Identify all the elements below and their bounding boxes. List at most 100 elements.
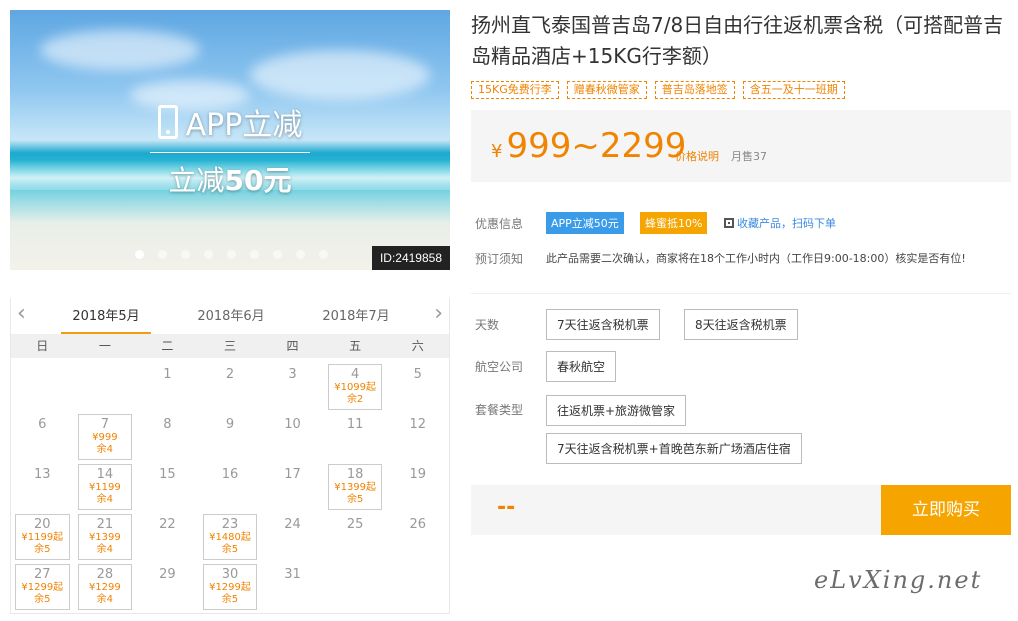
day-price: ¥1299起 <box>21 582 64 593</box>
calendar-day: 29 <box>136 562 199 612</box>
day-price: ¥1399起 <box>334 482 377 493</box>
day-number: 3 <box>288 367 297 382</box>
day-stock: 余4 <box>96 594 114 605</box>
calendar-day: 17 <box>261 462 324 512</box>
calendar-day-available[interactable]: 28 ¥1299 余4 <box>74 562 137 612</box>
app-discount-badge: APP立减50元 <box>546 212 624 234</box>
calendar-day: 1 <box>136 362 199 412</box>
favorite-scan-link[interactable]: 收藏产品，扫码下单 <box>724 215 836 231</box>
calendar-day-available[interactable]: 4 ¥1099起 余2 <box>324 362 387 412</box>
calendar-day-available[interactable]: 7 ¥999 余4 <box>74 412 137 462</box>
day-number: 2 <box>225 367 235 382</box>
promo-amount: 50元 <box>224 164 292 197</box>
day-number: 12 <box>409 417 426 432</box>
day-number: 6 <box>38 417 47 432</box>
chevron-left-icon[interactable]: ‹ <box>17 303 26 325</box>
month-tab-july[interactable]: 2018年7月 <box>311 305 401 324</box>
option-days-8[interactable]: 8天往返含税机票 <box>684 309 798 340</box>
feature-tags: 15KG免费行李 赠春秋微管家 普吉岛落地签 含五一及十一班期 <box>471 81 845 99</box>
notice-text: 此产品需要二次确认，商家将在18个工作小时内（工作日9:00-18:00）核实是… <box>546 252 966 265</box>
price-calendar: ‹ 2018年5月 2018年6月 2018年7月 › 日一二三四五六 1234… <box>10 298 450 614</box>
day-number: 11 <box>346 417 364 432</box>
day-price: ¥999 <box>92 432 118 443</box>
buy-now-button[interactable]: 立即购买 <box>881 485 1011 535</box>
honey-discount-badge: 蜂蜜抵10% <box>640 212 708 234</box>
day-number: 22 <box>159 517 176 532</box>
buy-bar: -- 立即购买 <box>471 485 1011 535</box>
day-stock: 余5 <box>34 544 51 555</box>
slide-dot[interactable] <box>135 250 144 259</box>
day-stock: 余4 <box>96 544 114 555</box>
calendar-day: 26 <box>386 512 449 562</box>
calendar-day-available[interactable]: 18 ¥1399起 余5 <box>324 462 387 512</box>
day-stock: 余2 <box>346 394 364 405</box>
price-range: ¥999~2299 <box>491 126 686 166</box>
calendar-day-available[interactable]: 30 ¥1299起 余5 <box>199 562 262 612</box>
calendar-day: 22 <box>136 512 199 562</box>
option-airline[interactable]: 春秋航空 <box>546 351 617 382</box>
weekday-label: 二 <box>161 339 174 353</box>
day-number: 21 <box>96 517 114 532</box>
day-stock: 余5 <box>221 594 239 605</box>
calendar-day-available[interactable]: 21 ¥1399 余4 <box>74 512 137 562</box>
calendar-day-available[interactable]: 27 ¥1299起 余5 <box>11 562 74 612</box>
slide-dot[interactable] <box>296 250 305 259</box>
slide-dot[interactable] <box>181 250 190 259</box>
watermark: eLvXing.net <box>814 566 983 594</box>
product-title: 扬州直飞泰国普吉岛7/8日自由行往返机票含税（可搭配普吉岛精品酒店+15KG行李… <box>471 13 1004 68</box>
day-number: 17 <box>284 467 301 482</box>
calendar-day: 6 <box>11 412 74 462</box>
slide-dot[interactable] <box>273 250 282 259</box>
chevron-right-icon[interactable]: › <box>434 303 443 325</box>
calendar-day-available[interactable]: 23 ¥1480起 余5 <box>199 512 262 562</box>
promo-divider <box>150 152 310 153</box>
slide-dot[interactable] <box>227 250 236 259</box>
slide-dot[interactable] <box>204 250 213 259</box>
slide-dot[interactable] <box>250 250 259 259</box>
option-package-flight-butler[interactable]: 往返机票+旅游微管家 <box>546 395 687 426</box>
calendar-day: 15 <box>136 462 199 512</box>
slide-dot[interactable] <box>158 250 167 259</box>
price-explanation-link[interactable]: 价格说明 <box>675 148 719 164</box>
day-number: 25 <box>346 517 364 532</box>
calendar-day: 12 <box>386 412 449 462</box>
month-tab-june[interactable]: 2018年6月 <box>186 305 276 324</box>
hero-image[interactable]: APP立减 立减50元 ID:2419858 <box>10 10 450 270</box>
day-stock: 余4 <box>96 494 114 505</box>
weekday-header: 日一二三四五六 <box>11 334 449 358</box>
promo-title: APP立减 <box>185 108 303 143</box>
day-price: ¥1199起 <box>21 532 64 543</box>
day-number: 29 <box>159 567 176 582</box>
phone-icon <box>157 105 178 139</box>
day-price: ¥1099起 <box>334 382 377 393</box>
notice-label: 预订须知 <box>475 252 524 266</box>
calendar-empty-cell <box>74 362 137 412</box>
month-tab-may[interactable]: 2018年5月 <box>61 305 151 334</box>
option-package-flight-hotel[interactable]: 7天往返含税机票+首晚芭东新广场酒店住宿 <box>546 433 802 464</box>
calendar-day: 5 <box>386 362 449 412</box>
day-number: 10 <box>284 417 301 432</box>
calendar-day-available[interactable]: 14 ¥1199 余4 <box>74 462 137 512</box>
calendar-day-available[interactable]: 20 ¥1199起 余5 <box>11 512 74 562</box>
option-days-7[interactable]: 7天往返含税机票 <box>546 309 660 340</box>
day-number: 27 <box>34 567 51 582</box>
day-number: 18 <box>346 467 364 482</box>
app-promo-banner: APP立减 立减50元 <box>10 100 450 199</box>
slide-dots[interactable] <box>135 250 328 259</box>
airline-label: 航空公司 <box>475 360 524 374</box>
total-price: -- <box>497 495 516 520</box>
day-number: 30 <box>221 567 239 582</box>
weekday-label: 五 <box>349 339 362 353</box>
calendar-day: 11 <box>324 412 387 462</box>
calendar-day: 13 <box>11 462 74 512</box>
feature-tag: 15KG免费行李 <box>471 81 559 99</box>
calendar-empty-cell <box>11 362 74 412</box>
day-stock: 余5 <box>221 544 239 555</box>
image-id-badge: ID:2419858 <box>371 246 450 270</box>
slide-dot[interactable] <box>319 250 328 259</box>
calendar-day: 8 <box>136 412 199 462</box>
calendar-day: 3 <box>261 362 324 412</box>
weekday-label: 三 <box>223 339 236 353</box>
currency-symbol: ¥ <box>491 141 503 162</box>
day-number: 24 <box>284 517 301 532</box>
